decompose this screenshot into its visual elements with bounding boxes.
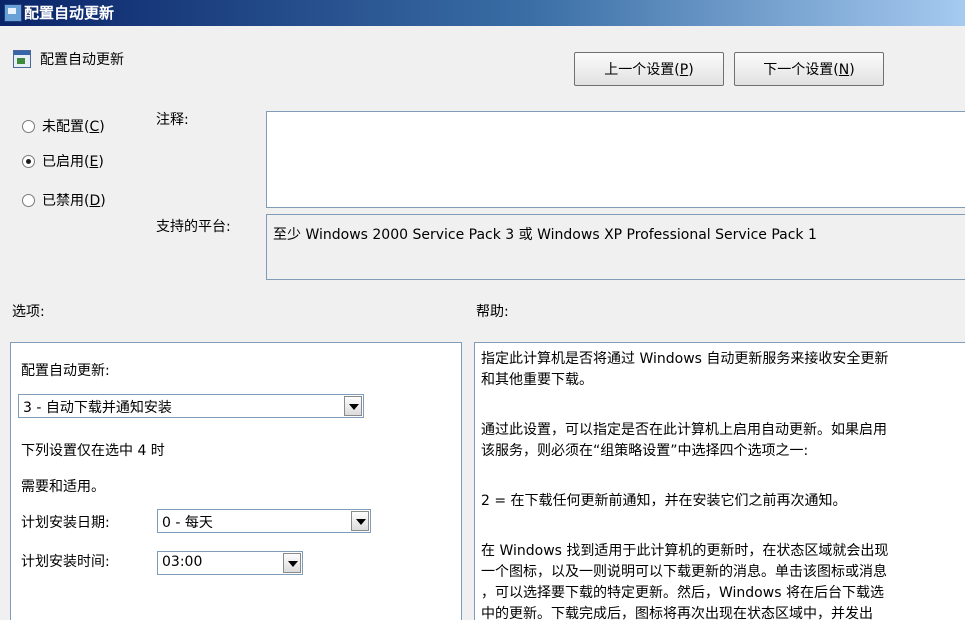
install-time-value: 03:00 [162,554,203,570]
help-line: 指定此计算机是否将通过 Windows 自动更新服务来接收安全更新 [481,351,889,367]
radio-disabled-label[interactable]: 已禁用(D) [42,190,106,210]
next-setting-button[interactable]: 下一个设置(N) [734,52,884,86]
radio-enabled-label[interactable]: 已启用(E) [42,151,104,171]
chevron-down-icon[interactable] [344,396,362,416]
platform-label: 支持的平台: [156,219,231,235]
policy-icon [13,50,31,68]
help-line: 2 = 在下载任何更新前通知，并在安装它们之前再次通知。 [481,493,847,509]
previous-setting-button[interactable]: 上一个设置(P) [574,52,724,86]
note-line-1: 下列设置仅在选中 4 时 [21,443,165,459]
previous-setting-label: 上一个设置(P) [604,62,694,78]
config-auto-update-label: 配置自动更新: [21,363,110,379]
help-line: ，可以选择要下载的特定更新。然后，Windows 将在后台下载选 [481,585,884,601]
note-line-2: 需要和适用。 [21,479,105,495]
help-line: 中的更新。下载完成后，图标将再次出现在状态区域中，并发出 [481,606,873,620]
radio-enabled[interactable] [22,155,35,168]
config-auto-update-value: 3 - 自动下载并通知安装 [23,400,172,416]
options-section-label: 选项: [12,304,45,320]
window-title: 配置自动更新 [24,4,115,22]
install-time-label: 计划安装时间: [21,554,110,570]
chevron-down-icon[interactable] [351,511,369,531]
comment-textarea[interactable] [266,111,965,208]
config-auto-update-select[interactable]: 3 - 自动下载并通知安装 [18,394,364,418]
install-day-select[interactable]: 0 - 每天 [157,509,371,533]
help-line: 该服务，则必须在“组策略设置”中选择四个选项之一: [481,443,809,459]
help-section-label: 帮助: [476,304,509,320]
next-setting-label: 下一个设置(N) [763,62,855,78]
chevron-down-icon[interactable] [283,553,301,573]
platform-field: 至少 Windows 2000 Service Pack 3 或 Windows… [266,214,965,280]
window-icon [4,4,22,22]
options-panel: 配置自动更新: 3 - 自动下载并通知安装 下列设置仅在选中 4 时 需要和适用… [10,342,462,620]
help-line: 通过此设置，可以指定是否在此计算机上启用自动更新。如果启用 [481,422,887,438]
install-day-value: 0 - 每天 [162,515,213,531]
page-title: 配置自动更新 [40,52,124,68]
install-day-label: 计划安装日期: [21,515,110,531]
help-line: 一个图标，以及一则说明可以下载更新的消息。单击该图标或消息 [481,564,887,580]
help-panel[interactable]: 指定此计算机是否将通过 Windows 自动更新服务来接收安全更新 和其他重要下… [474,342,965,620]
install-time-select[interactable]: 03:00 [157,551,303,575]
help-line: 在 Windows 找到适用于此计算机的更新时，在状态区域就会出现 [481,543,889,559]
radio-not-configured-label[interactable]: 未配置(C) [42,116,105,136]
comment-label: 注释: [156,112,189,128]
radio-not-configured[interactable] [22,120,35,133]
help-line: 和其他重要下载。 [481,372,593,388]
title-bar[interactable]: 配置自动更新 [0,0,965,26]
radio-disabled[interactable] [22,194,35,207]
